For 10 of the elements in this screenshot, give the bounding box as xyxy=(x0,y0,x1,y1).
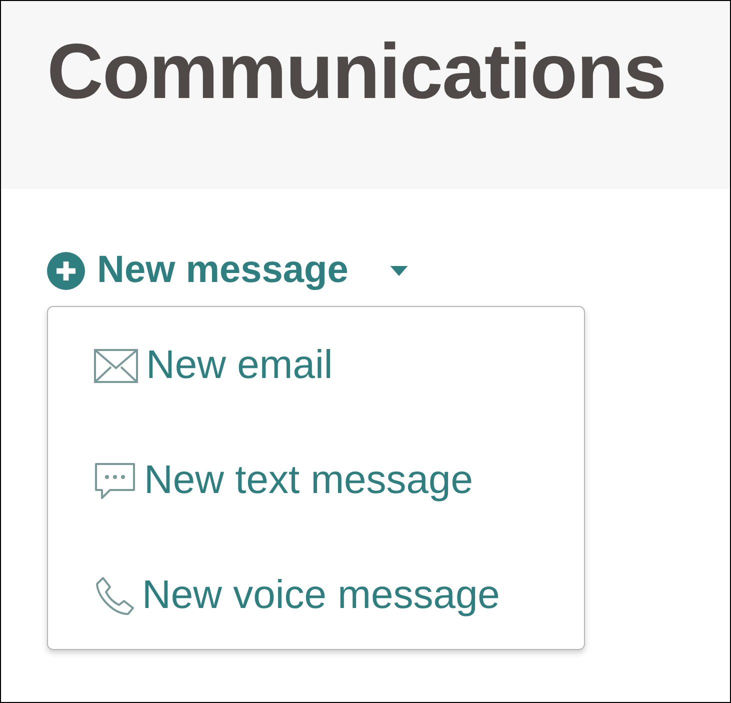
menu-item[interactable]: New text message xyxy=(94,458,584,503)
menu-item[interactable]: New email xyxy=(94,343,584,388)
menu-item[interactable]: New voice message xyxy=(94,573,584,618)
new-message-button[interactable]: New message xyxy=(47,249,408,292)
page-title: Communications xyxy=(47,26,667,115)
envelope-icon xyxy=(94,348,138,382)
caret-icon xyxy=(390,266,408,276)
speech-bubble-icon xyxy=(94,462,136,500)
plus-circle-icon xyxy=(47,252,85,290)
phone-icon xyxy=(94,576,134,616)
